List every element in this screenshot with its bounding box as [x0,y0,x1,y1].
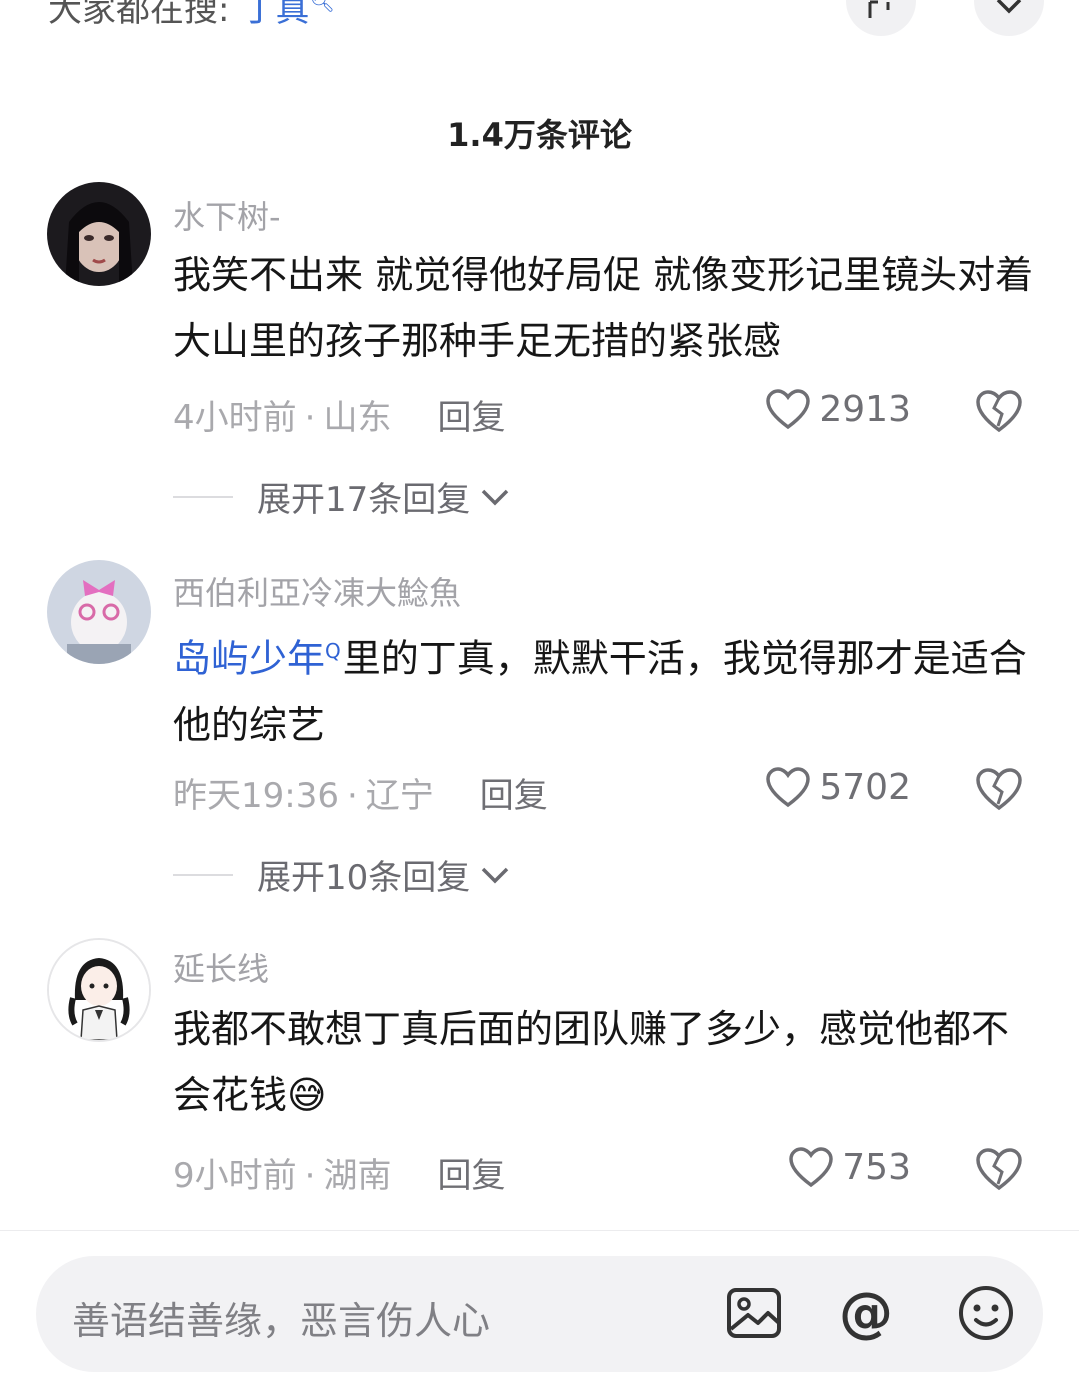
dislike-icon[interactable] [974,1146,1024,1192]
like-button[interactable]: 2913 [765,388,911,430]
comment-meta: 4小时前 · 山东 回复 [173,398,506,438]
at-mention-icon[interactable]: @ [836,1283,896,1343]
like-count: 2913 [819,388,911,430]
search-hint[interactable]: 大家都在搜: 丁真🔍︎ [48,0,335,31]
reply-button[interactable]: 回复 [437,1156,505,1196]
top-bar: 大家都在搜: 丁真🔍︎ [0,0,1079,60]
comment-input[interactable]: 善语结善缘，恶言伤人心 [72,1290,490,1345]
search-icon: 🔍︎ [309,0,335,14]
expand-replies-label: 展开17条回复 [257,480,471,520]
close-icon[interactable] [974,0,1044,36]
comment-location: 山东 [323,398,392,438]
dislike-icon[interactable] [974,388,1024,434]
comment-text: 我笑不出来 就觉得他好局促 就像变形记里镜头对着大山里的孩子那种手足无措的紧张感 [173,253,1034,363]
input-divider [0,1230,1079,1231]
emoji-icon[interactable] [956,1283,1016,1343]
expand-replies-label: 展开10条回复 [257,858,471,898]
dislike-icon[interactable] [974,766,1024,812]
topic-link[interactable]: 岛屿少年 [173,637,325,681]
comment-meta: 9小时前 · 湖南 回复 [173,1156,506,1196]
username[interactable]: 水下树- [173,192,281,238]
expand-replies-button[interactable]: 展开10条回复 [173,850,510,899]
search-hint-term[interactable]: 丁真 [241,0,309,30]
avatar[interactable] [47,182,151,286]
comment-location: 辽宁 [365,776,434,816]
image-icon[interactable] [724,1283,784,1343]
heart-icon [789,1147,834,1188]
comment-input-bar[interactable]: 善语结善缘，恶言伤人心 @ [36,1256,1043,1372]
like-count: 5702 [819,766,911,808]
reply-button[interactable]: 回复 [437,398,505,438]
search-hint-prefix: 大家都在搜: [48,0,230,30]
chevron-down-icon [482,489,509,505]
like-button[interactable]: 5702 [765,766,911,808]
chevron-down-icon [482,867,509,883]
divider-line [173,873,233,876]
heart-icon [766,767,811,808]
like-count: 753 [842,1146,911,1188]
reply-button[interactable]: 回复 [480,776,548,816]
divider-line [173,495,233,498]
username[interactable]: 西伯利亞冷凍大鯰魚 [173,568,461,614]
comment-location: 湖南 [323,1156,392,1196]
avatar[interactable] [47,938,151,1042]
comment-count: 1.4万条评论 [447,116,632,154]
comment-time: 4小时前 [173,398,297,438]
search-icon: Q [325,639,341,663]
like-button[interactable]: 753 [788,1146,911,1188]
comment-time: 昨天19:36 [173,776,339,816]
sweat-smile-emoji: 😅 [287,1073,327,1117]
expand-replies-button[interactable]: 展开17条回复 [173,472,510,521]
comment-text: 我都不敢想丁真后面的团队赚了多少，感觉他都不会花钱😅 [173,996,1043,1128]
heart-icon [766,389,811,430]
expand-icon[interactable] [846,0,916,36]
comment-text: 岛屿少年Q里的丁真，默默干活，我觉得那才是适合他的综艺 [173,618,1043,758]
comment-time: 9小时前 [173,1156,297,1196]
username[interactable]: 延长线 [173,944,269,990]
avatar[interactable] [47,560,151,664]
comment-meta: 昨天19:36 · 辽宁 回复 [173,776,548,816]
